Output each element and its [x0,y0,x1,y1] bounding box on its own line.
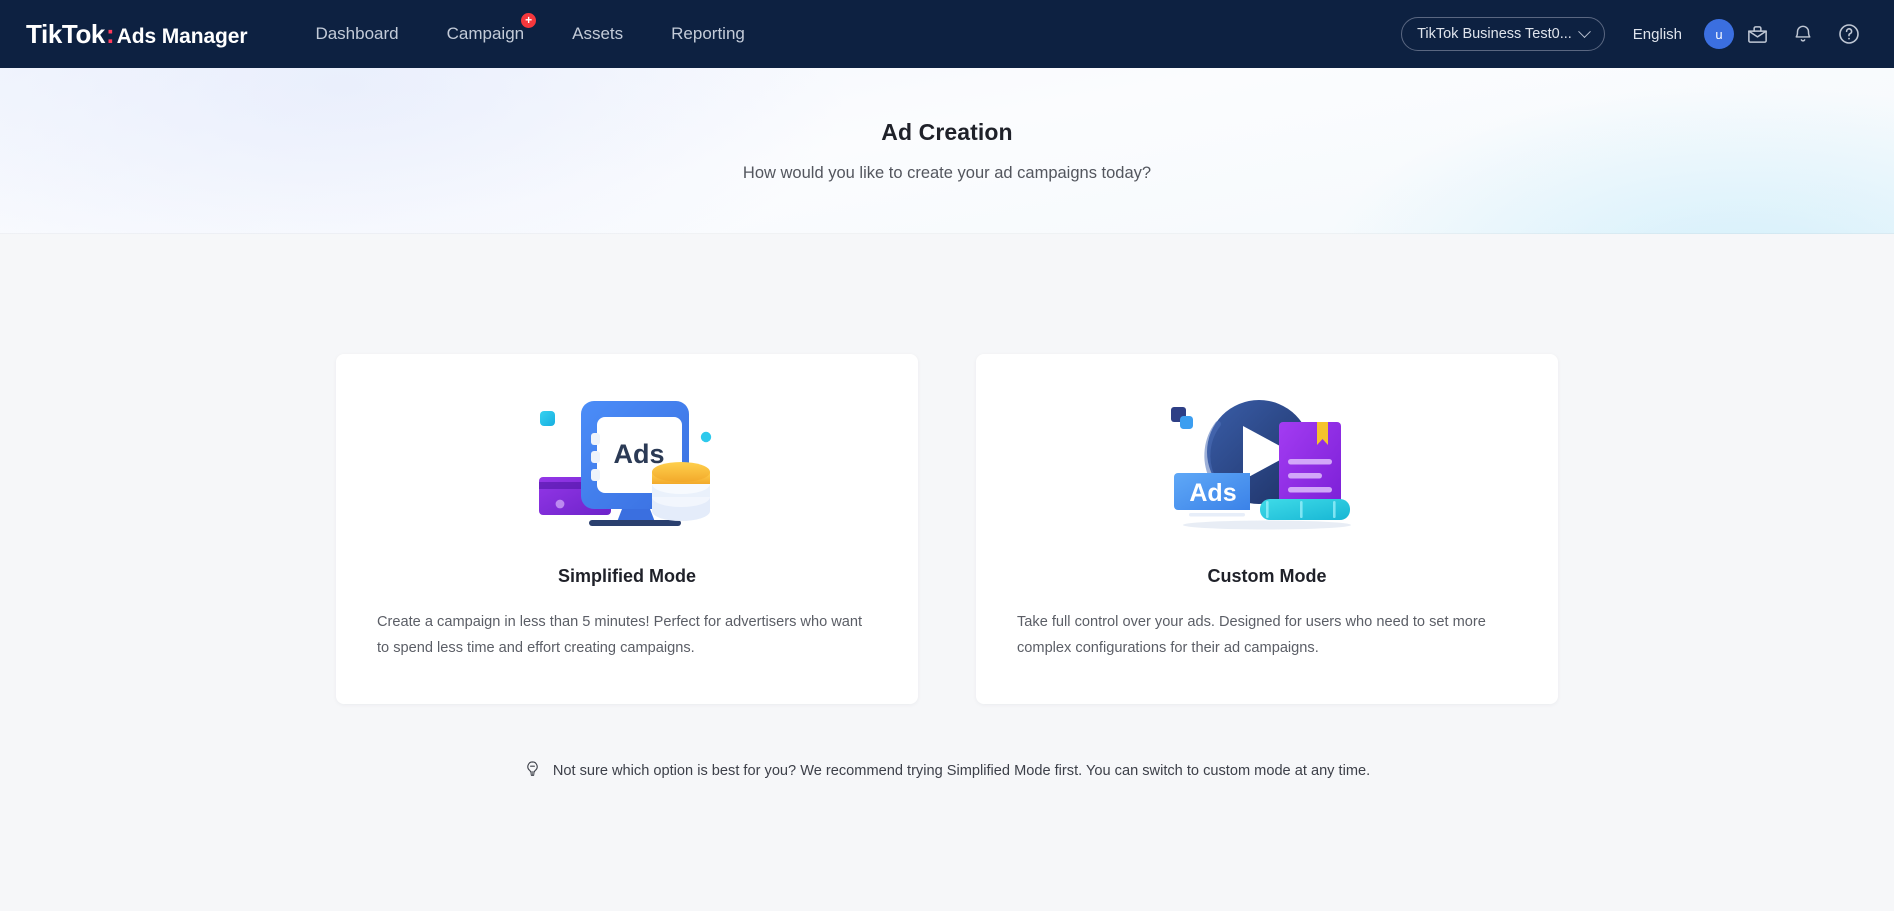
nav-item-campaign[interactable]: Campaign + [423,13,549,54]
custom-mode-card[interactable]: Ads Custom Mode Take full control over y… [976,354,1558,704]
play-book-ads-illustration: Ads [1167,388,1367,540]
avatar[interactable]: u [1704,19,1734,49]
primary-nav: Dashboard Campaign + Assets Reporting [291,13,769,54]
top-navigation-bar: TikTok : Ads Manager Dashboard Campaign … [0,0,1894,68]
ads-tablet-coins-illustration: Ads [529,388,725,540]
nav-item-dashboard-label: Dashboard [315,24,399,43]
brand-logo[interactable]: TikTok : Ads Manager [26,18,248,50]
svg-text:Ads: Ads [1189,479,1236,507]
account-selector[interactable]: TikTok Business Test0... [1401,17,1605,51]
nav-right-controls: TikTok Business Test0... English u [1401,14,1872,54]
brand-ads-manager-text: Ads Manager [116,24,248,48]
hero-banner: Ad Creation How would you like to create… [0,68,1894,234]
language-selector[interactable]: English [1633,26,1682,43]
nav-item-assets-label: Assets [572,24,624,43]
recommendation-note-text: Not sure which option is best for you? W… [552,762,1371,779]
main-content: Ads Simplified Mode Create a campaign in… [0,234,1894,911]
nav-item-reporting[interactable]: Reporting [647,14,769,54]
nav-item-assets[interactable]: Assets [548,14,647,54]
chevron-down-icon [1577,24,1591,38]
svg-text:Ads: Ads [613,439,664,469]
nav-item-dashboard[interactable]: Dashboard [291,14,422,54]
page-subtitle: How would you like to create your ad cam… [742,164,1152,182]
lightbulb-icon [524,760,541,781]
recommendation-note: Not sure which option is best for you? W… [524,760,1370,781]
briefcase-inbox-icon[interactable] [1734,14,1780,54]
nav-item-campaign-label: Campaign [446,24,525,43]
page-title: Ad Creation [881,119,1013,145]
simplified-mode-title: Simplified Mode [557,566,696,586]
bell-icon[interactable] [1780,14,1826,54]
brand-colon-accent: : [106,18,115,49]
custom-mode-title: Custom Mode [1207,566,1327,586]
simplified-mode-description: Create a campaign in less than 5 minutes… [377,614,863,656]
plus-badge-icon: + [521,13,537,28]
help-circle-icon[interactable] [1826,14,1872,54]
nav-item-reporting-label: Reporting [671,24,745,43]
account-selector-label: TikTok Business Test0... [1417,26,1572,42]
mode-card-list: Ads Simplified Mode Create a campaign in… [336,354,1558,704]
simplified-mode-card[interactable]: Ads Simplified Mode Create a campaign in… [336,354,918,704]
brand-tiktok-text: TikTok [26,18,105,49]
custom-mode-description: Take full control over your ads. Designe… [1017,614,1486,656]
